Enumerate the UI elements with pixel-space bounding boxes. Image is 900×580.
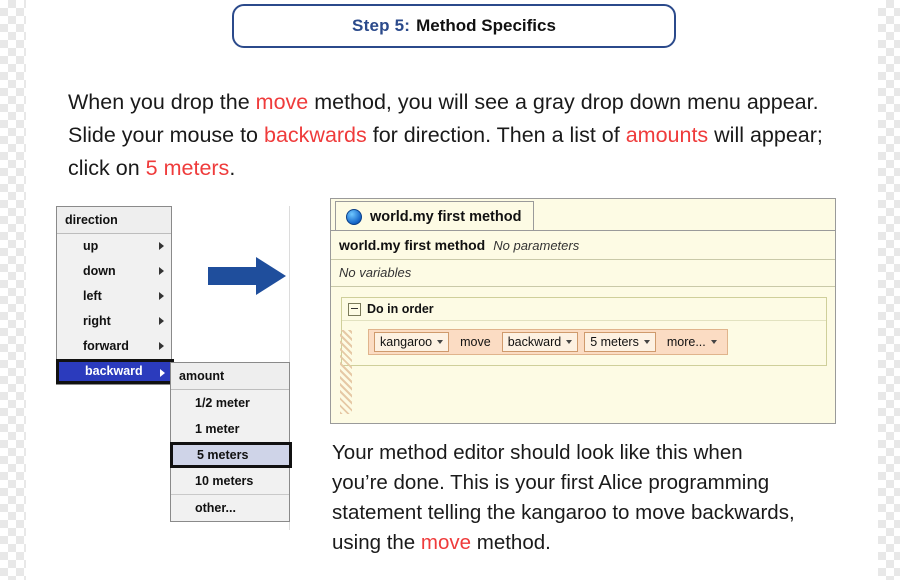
chevron-down-icon[interactable] xyxy=(566,340,573,344)
amount-item-half-meter[interactable]: 1/2 meter xyxy=(171,390,289,416)
intro-keyword-5-meters: 5 meters xyxy=(145,156,230,180)
submenu-arrow-icon xyxy=(159,292,164,300)
method-variables-row[interactable]: No variables xyxy=(331,260,835,287)
chevron-down-icon[interactable] xyxy=(643,340,650,344)
direction-item-backward[interactable]: backward xyxy=(56,359,174,384)
do-in-order-header[interactable]: Do in order xyxy=(342,298,826,321)
drag-handle-hatching[interactable] xyxy=(340,330,352,414)
tabbar-divider xyxy=(331,230,835,231)
direction-item-up[interactable]: up xyxy=(57,234,171,259)
slide-step-label: Step 5: xyxy=(352,16,411,35)
submenu-arrow-icon xyxy=(159,342,164,350)
submenu-arrow-icon xyxy=(159,317,164,325)
intro-keyword-backwards: backwards xyxy=(264,123,367,147)
collapse-minus-icon[interactable] xyxy=(348,302,361,316)
direction-item-right[interactable]: right xyxy=(57,309,171,334)
method-editor-tabbar: world.my first method xyxy=(331,199,835,231)
amount-item-1-meter[interactable]: 1 meter xyxy=(171,416,289,442)
method-editor-panel: world.my first method world.my first met… xyxy=(330,198,836,424)
statement-more-options[interactable]: more... xyxy=(661,333,722,351)
direction-item-left[interactable]: left xyxy=(57,284,171,309)
method-signature-row: world.my first method No parameters xyxy=(331,231,835,260)
statement-token-label: 5 meters xyxy=(590,335,639,349)
statement-token-label: backward xyxy=(507,335,562,349)
statement-token-label: kangaroo xyxy=(380,335,433,349)
intro-keyword-move: move xyxy=(255,90,309,114)
method-parameters[interactable]: No parameters xyxy=(493,238,579,253)
direction-item-label: right xyxy=(83,314,111,328)
transparency-checker-right xyxy=(878,0,900,580)
direction-dropdown[interactable]: direction up down left right forward bac… xyxy=(56,206,174,385)
amount-submenu-header: amount xyxy=(171,363,289,390)
chevron-down-icon[interactable] xyxy=(710,340,717,344)
direction-item-label: left xyxy=(83,289,102,303)
slide-title-pill: Step 5: Method Specifics xyxy=(232,4,676,48)
intro-paragraph: When you drop the move method, you will … xyxy=(68,86,868,185)
submenu-arrow-icon xyxy=(160,369,165,377)
do-in-order-block: Do in order kangaroo move backward 5 met… xyxy=(341,297,827,366)
closing-text-1: Your method editor should look like this… xyxy=(332,441,795,554)
intro-text-5: . xyxy=(229,156,236,180)
submenu-arrow-icon xyxy=(159,242,164,250)
statement-direction-backward[interactable]: backward xyxy=(501,332,579,352)
transparency-checker-left xyxy=(0,0,26,580)
chevron-down-icon[interactable] xyxy=(437,340,444,344)
amount-item-other[interactable]: other... xyxy=(171,494,289,521)
statement-target-kangaroo[interactable]: kangaroo xyxy=(374,332,450,352)
closing-keyword-move: move xyxy=(420,531,472,554)
direction-item-forward[interactable]: forward xyxy=(57,334,171,359)
world-sphere-icon xyxy=(346,208,362,225)
tab-world-my-first-method[interactable]: world.my first method xyxy=(335,201,535,231)
amount-item-10-meters[interactable]: 10 meters xyxy=(171,468,289,494)
statement-token-label: more... xyxy=(666,335,706,349)
statement-row-move[interactable]: kangaroo move backward 5 meters more... xyxy=(368,329,728,355)
amount-item-5-meters[interactable]: 5 meters xyxy=(170,442,292,468)
amount-submenu[interactable]: amount 1/2 meter 1 meter 5 meters 10 met… xyxy=(170,362,292,522)
intro-keyword-amounts: amounts xyxy=(625,123,709,147)
statement-amount-5-meters[interactable]: 5 meters xyxy=(584,332,656,352)
direction-item-label: up xyxy=(83,239,99,253)
do-in-order-label: Do in order xyxy=(367,302,434,316)
intro-text-1: When you drop the xyxy=(68,90,256,114)
right-arrow-icon xyxy=(208,254,288,298)
closing-text-2: method. xyxy=(471,531,551,554)
slide-title-text: Method Specifics xyxy=(416,16,556,35)
submenu-arrow-icon xyxy=(159,267,164,275)
statement-verb-move: move xyxy=(455,333,496,351)
intro-text-3: for direction. Then a list of xyxy=(366,123,626,147)
direction-item-label: backward xyxy=(85,364,143,378)
direction-item-label: forward xyxy=(83,339,129,353)
statement-token-label: move xyxy=(460,335,491,349)
tab-label: world.my first method xyxy=(370,208,522,225)
direction-item-down[interactable]: down xyxy=(57,259,171,284)
direction-dropdown-header: direction xyxy=(57,207,171,234)
method-name: world.my first method xyxy=(339,237,486,253)
closing-paragraph: Your method editor should look like this… xyxy=(332,438,802,558)
direction-item-label: down xyxy=(83,264,116,278)
